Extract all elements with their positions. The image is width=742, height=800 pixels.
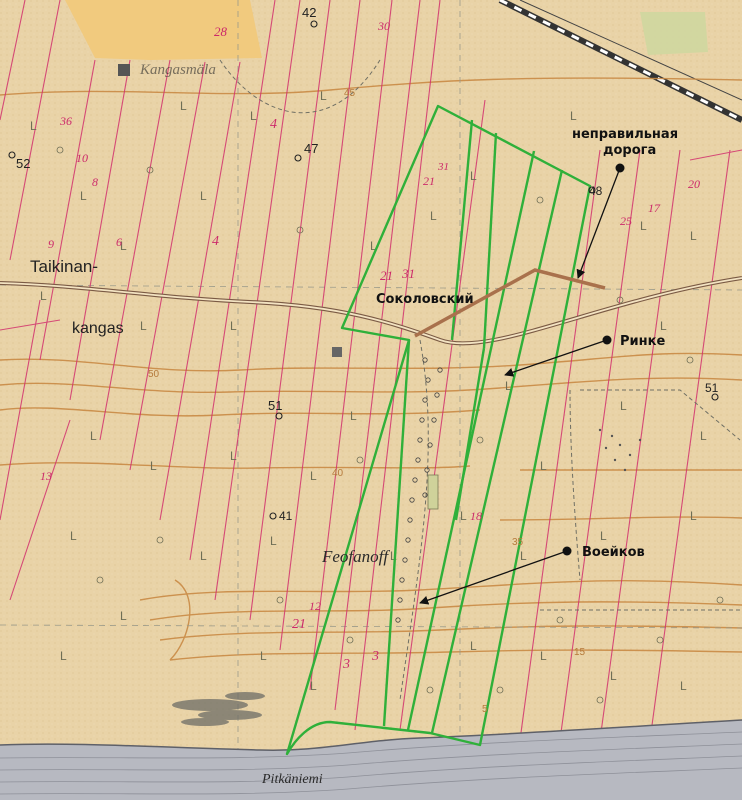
building [427,474,439,510]
svg-text:L: L [120,609,127,623]
place-name-kangasmala: Kangasmäla [139,62,216,78]
svg-text:L: L [180,99,187,113]
svg-text:12: 12 [309,599,321,613]
svg-text:28: 28 [214,24,228,39]
svg-text:L: L [700,429,707,443]
svg-text:L: L [150,459,157,473]
svg-text:L: L [660,319,667,333]
contour-label-15: 15 [574,647,586,658]
svg-text:18: 18 [470,509,482,523]
svg-text:L: L [460,509,467,523]
contour-label-35: 35 [512,537,524,548]
svg-text:L: L [640,219,647,233]
svg-text:L: L [320,89,327,103]
building [332,347,342,357]
svg-text:L: L [260,649,267,663]
map-canvas: LLL LLL LLL LLL LLL LLL LLL LLL LLL LLL … [0,0,742,800]
svg-text:L: L [250,109,257,123]
svg-text:L: L [200,549,207,563]
place-name-feofanoff: Feofanoff [321,547,390,566]
svg-text:L: L [140,319,147,333]
svg-text:L: L [600,529,607,543]
svg-text:L: L [230,449,237,463]
svg-text:8: 8 [92,175,98,189]
svg-text:36: 36 [59,114,72,128]
place-name-taikinan: Taikinan- [30,257,98,276]
point-label-42: 42 [302,5,316,20]
svg-text:17: 17 [648,201,661,215]
svg-text:L: L [470,169,477,183]
map-background [0,0,742,800]
point-label-51-east: 51 [705,381,719,395]
svg-text:L: L [270,534,277,548]
svg-text:L: L [70,529,77,543]
svg-text:L: L [30,119,37,133]
contour-label-50: 50 [148,369,160,380]
svg-text:L: L [60,649,67,663]
svg-text:3: 3 [342,657,350,672]
svg-text:L: L [690,229,697,243]
svg-text:L: L [350,409,357,423]
woodland-patch [640,12,708,55]
svg-text:L: L [520,549,527,563]
svg-text:21: 21 [423,174,435,188]
svg-text:4: 4 [212,234,219,249]
svg-text:9: 9 [48,237,54,251]
svg-text:L: L [540,459,547,473]
svg-text:L: L [310,469,317,483]
svg-text:31: 31 [437,161,449,173]
map: LLL LLL LLL LLL LLL LLL LLL LLL LLL LLL … [0,0,742,800]
svg-text:L: L [470,639,477,653]
svg-text:L: L [80,189,87,203]
svg-text:10: 10 [76,151,88,165]
place-name-kangas: kangas [72,320,124,337]
contour-label-5: 5 [482,704,488,715]
svg-text:21: 21 [380,268,393,283]
building [118,64,130,76]
svg-text:L: L [90,429,97,443]
point-label-47: 47 [304,141,318,156]
svg-text:4: 4 [270,117,277,132]
annotation-rinke: Ринке [620,334,665,349]
svg-text:L: L [40,289,47,303]
svg-text:13: 13 [40,469,52,483]
village-area [65,0,262,60]
svg-text:30: 30 [377,19,390,33]
point-label-52: 52 [16,156,30,171]
svg-text:25: 25 [620,214,632,228]
annotation-wrong-road-line2: дорога [603,143,656,158]
svg-text:L: L [200,189,207,203]
svg-text:L: L [620,399,627,413]
contour-label-45: 45 [344,88,356,99]
svg-text:L: L [230,319,237,333]
svg-text:6: 6 [116,235,122,249]
svg-text:20: 20 [688,177,700,191]
svg-text:L: L [570,109,577,123]
annotation-voeikov: Воейков [582,545,645,560]
contour-label-40: 40 [332,468,344,479]
svg-text:L: L [310,679,317,693]
svg-text:3: 3 [371,649,379,664]
svg-text:31: 31 [401,266,415,281]
place-name-pitkaniemi: Pitkäniemi [261,772,323,787]
annotation-wrong-road-line1: неправильная [572,127,678,142]
svg-text:L: L [610,669,617,683]
svg-text:21: 21 [292,617,306,632]
svg-text:L: L [680,679,687,693]
svg-text:L: L [430,209,437,223]
point-label-48: 48 [589,184,603,198]
svg-text:L: L [540,649,547,663]
svg-text:L: L [690,509,697,523]
annotation-sokolovsky: Соколовский [376,292,474,307]
point-label-51-center: 51 [268,398,282,413]
point-label-41: 41 [279,509,293,523]
